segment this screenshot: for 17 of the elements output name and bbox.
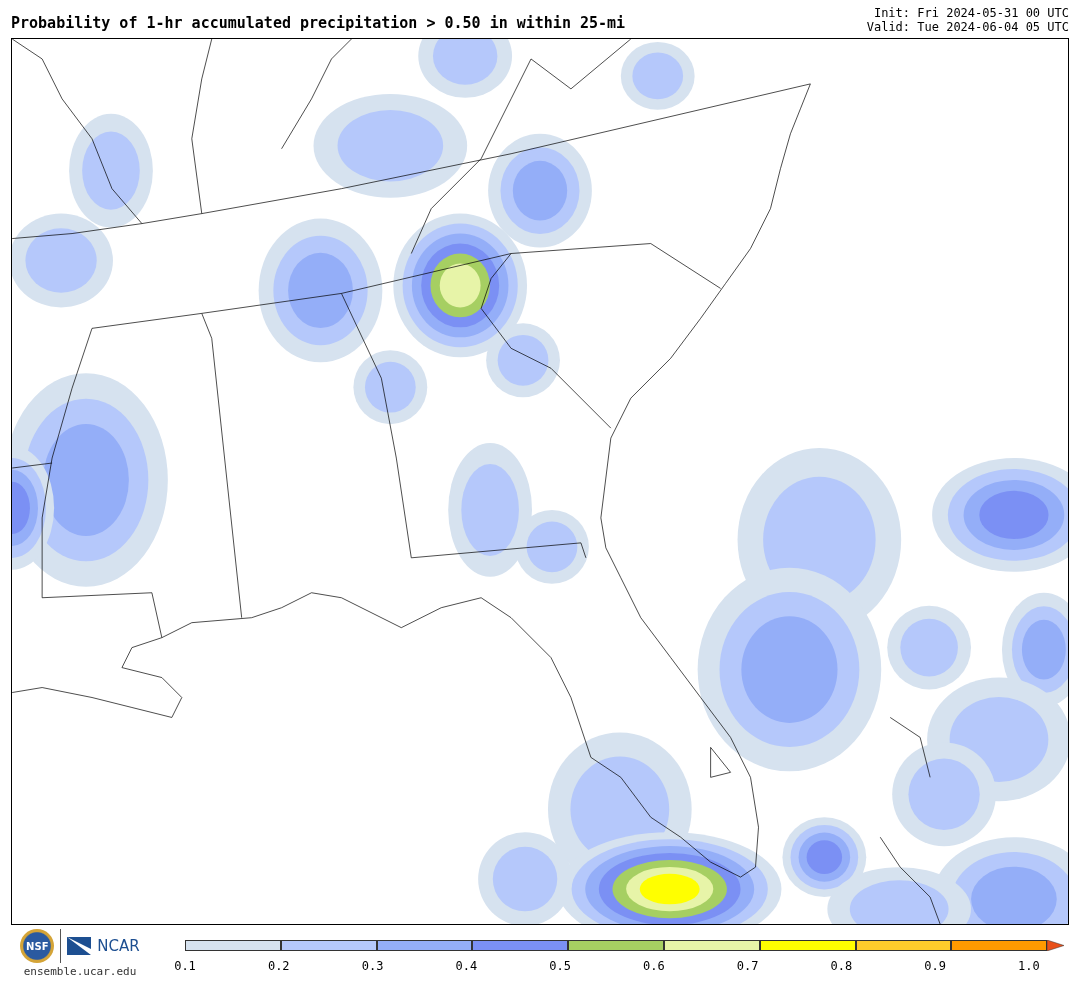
colorbar-tick-label: 0.6 (642, 959, 666, 973)
nsf-logo: NSF (20, 929, 55, 963)
ncar-logo-icon (67, 937, 92, 955)
ncar-logo-text: NCAR (97, 937, 140, 955)
colorbar-tick-label: 0.7 (735, 959, 760, 973)
colorbar-tick-label: 0.2 (266, 959, 291, 973)
colorbar-tick-label: 0.3 (360, 959, 385, 973)
init-time: Init: Fri 2024-05-31 00 UTC (873, 6, 1069, 20)
colorbar-tick-label: 0.1 (173, 959, 197, 973)
chart-title: Probability of 1-hr accumulated precipitation > 0.50 in within 25-mi (11, 14, 626, 32)
colorbar-tick-label: 0.5 (548, 959, 572, 973)
colorbar-tick-label: 0.8 (829, 959, 854, 973)
colorbar-tick-label: 0.9 (923, 959, 947, 973)
colorbar-tick-label: 1.0 (1017, 959, 1041, 973)
colorbar-tick-label: 0.4 (454, 959, 479, 973)
site-address: ensemble.ucar.edu (23, 965, 137, 978)
valid-time: Valid: Tue 2024-06-04 05 UTC (866, 20, 1069, 34)
